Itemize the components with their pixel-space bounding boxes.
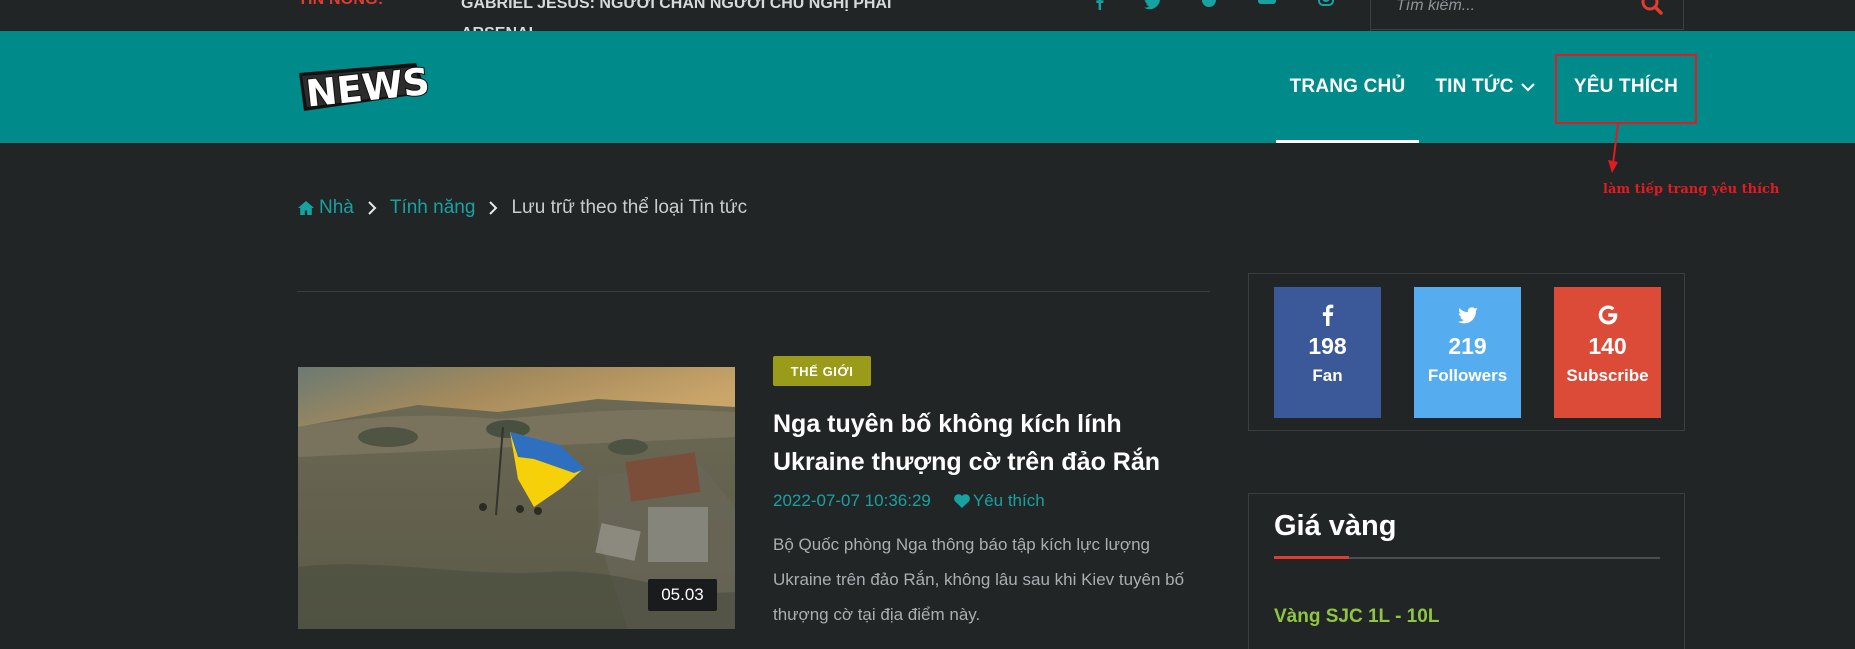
svg-text:NEWS: NEWS xyxy=(304,60,430,115)
breadcrumb-features[interactable]: Tính năng xyxy=(390,197,476,219)
facebook-label: Fan xyxy=(1312,366,1343,385)
favorite-label: Yêu thích xyxy=(972,491,1045,510)
nav-active-indicator xyxy=(1276,140,1419,143)
google-subscribe-box[interactable]: 140 Subscribe xyxy=(1554,287,1661,418)
site-header: NEWS TRANG CHỦ TIN TỨC YÊU THÍCH xyxy=(0,31,1855,143)
twitter-followers-box[interactable]: 219 Followers xyxy=(1414,287,1521,418)
facebook-icon[interactable] xyxy=(1090,0,1110,10)
chevron-down-icon xyxy=(1520,83,1535,92)
twitter-icon[interactable] xyxy=(1143,0,1163,10)
social-counter-widget: 198 Fan 219 Followers 140 Subscribe xyxy=(1248,273,1685,431)
twitter-count: 219 xyxy=(1448,333,1487,359)
search-input[interactable] xyxy=(1396,0,1626,18)
facebook-icon xyxy=(1322,304,1333,326)
chevron-right-icon xyxy=(489,201,498,215)
chevron-right-icon xyxy=(368,201,377,215)
nav-home-label: TRANG CHỦ xyxy=(1289,76,1406,97)
breaking-news-ticker[interactable]: GABRIEL JESUS: NGƯỜI CHÁN NGƯỜI CHÚ NGHỊ… xyxy=(461,0,931,31)
google-label: Subscribe xyxy=(1566,366,1649,385)
nav-home[interactable]: TRANG CHỦ xyxy=(1276,31,1419,143)
gold-price-item: Vàng SJC 1L - 10L xyxy=(1274,606,1440,627)
breaking-news-label: TIN NÓNG: xyxy=(298,0,383,9)
heart-icon xyxy=(954,494,970,508)
widget-title-accent xyxy=(1274,556,1349,559)
article-excerpt: Bộ Quốc phòng Nga thông báo tập kích lực… xyxy=(773,535,1185,624)
twitter-label: Followers xyxy=(1427,366,1508,385)
article-meta: 2022-07-07 10:36:29 Yêu thích xyxy=(773,491,1045,511)
pinterest-icon[interactable] xyxy=(1199,0,1219,10)
search-icon[interactable] xyxy=(1639,0,1665,18)
instagram-icon[interactable] xyxy=(1316,0,1336,10)
facebook-count: 198 xyxy=(1308,333,1347,359)
site-logo[interactable]: NEWS xyxy=(296,59,433,117)
breadcrumb: Nhà Tính năng Lưu trữ theo thể loại Tin … xyxy=(297,196,747,220)
widget-title: Giá vàng xyxy=(1274,510,1397,542)
favorite-button[interactable]: Yêu thích xyxy=(953,491,1045,511)
breadcrumb-home-label: Nhà xyxy=(319,197,354,218)
google-count: 140 xyxy=(1588,333,1627,359)
article-date: 2022-07-07 10:36:29 xyxy=(773,491,931,510)
breadcrumb-current: Lưu trữ theo thể loại Tin tức xyxy=(511,197,748,218)
category-badge[interactable]: THẾ GIỚI xyxy=(773,356,871,386)
gold-price-widget: Giá vàng Vàng SJC 1L - 10L xyxy=(1248,493,1685,649)
facebook-fan-box[interactable]: 198 Fan xyxy=(1274,287,1381,418)
annotation-arrow xyxy=(1608,124,1619,173)
home-icon xyxy=(298,201,314,215)
twitter-icon xyxy=(1457,307,1478,324)
article-title[interactable]: Nga tuyên bố không kích lính Ukraine thư… xyxy=(773,405,1213,481)
nav-news[interactable]: TIN TỨC xyxy=(1430,31,1540,143)
search-box xyxy=(1371,0,1684,30)
breadcrumb-home[interactable]: Nhà xyxy=(297,197,354,219)
nav-favorites[interactable]: YÊU THÍCH xyxy=(1556,31,1696,143)
annotation-note: làm tiếp trang yêu thích xyxy=(1603,182,1780,197)
youtube-icon[interactable] xyxy=(1257,0,1277,10)
nav-favorites-label: YÊU THÍCH xyxy=(1573,76,1679,97)
top-bar: TIN NÓNG: GABRIEL JESUS: NGƯỜI CHÁN NGƯỜ… xyxy=(0,0,1855,31)
nav-news-label: TIN TỨC xyxy=(1435,76,1514,97)
video-duration-badge: 05.03 xyxy=(648,579,717,611)
google-icon xyxy=(1598,305,1617,325)
content-divider xyxy=(297,291,1210,292)
